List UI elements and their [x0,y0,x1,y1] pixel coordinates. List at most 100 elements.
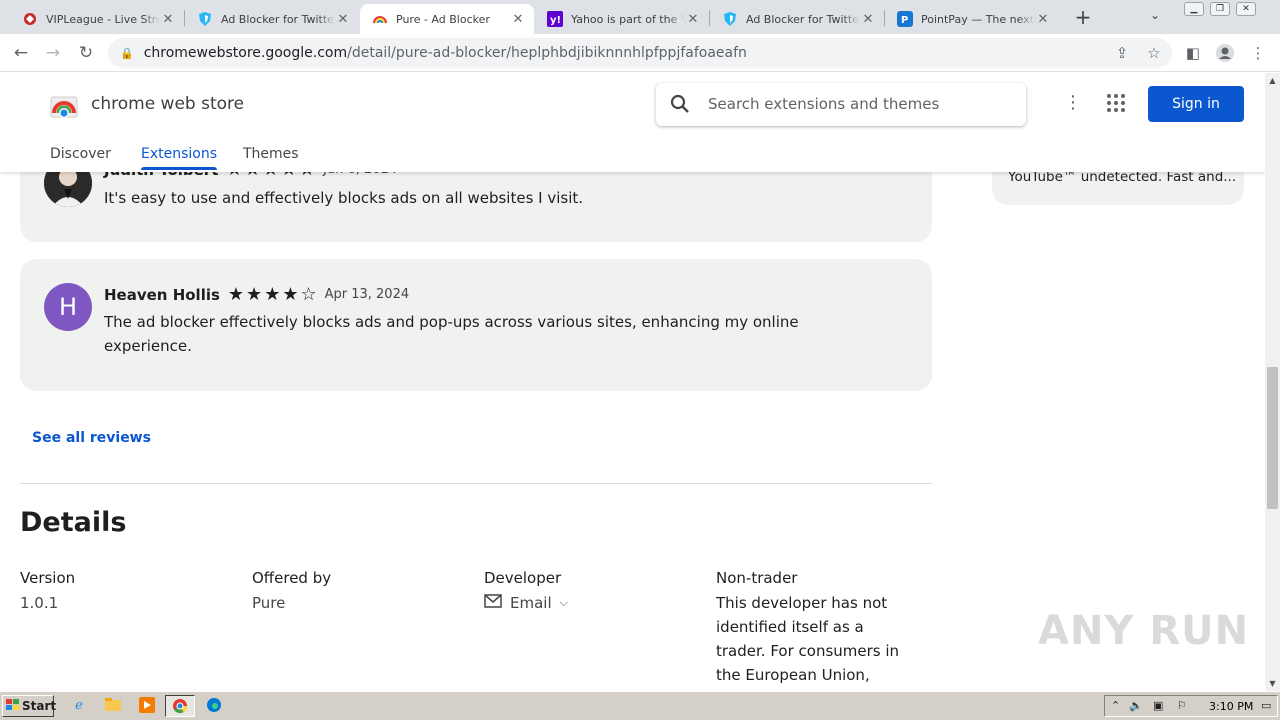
close-tab-icon[interactable]: ✕ [160,12,176,27]
scrollbar-thumb[interactable] [1267,367,1278,509]
lock-icon: 🔒 [120,46,134,60]
show-desktop-icon[interactable]: ▭ [1261,699,1271,712]
anyrun-watermark: ANY RUN [1038,608,1250,654]
start-label: Start [22,699,57,713]
close-tab-icon[interactable]: ✕ [860,12,876,27]
tab-ad-blocker-twitter[interactable]: Ad Blocker for Twitter/ ✕ [185,4,359,34]
tab-pure-ad-blocker[interactable]: Pure - Ad Blocker ✕ [360,4,534,34]
see-all-reviews-link[interactable]: See all reviews [32,430,151,446]
review-header: Heaven Hollis ★★★★☆ Apr 13, 2024 [104,284,409,305]
developer-email-dropdown[interactable]: Email ⌵ [484,591,684,615]
scroll-down-arrow-icon[interactable]: ▼ [1265,676,1280,691]
reload-icon[interactable]: ↻ [75,42,97,64]
system-tray: ⌃ 🔈 ▣ ⚐ 3:10 PM ▭ [1104,695,1278,717]
nav-tab-themes[interactable]: Themes [243,146,299,162]
chrome-web-store-logo-icon[interactable] [50,91,78,119]
reviewer-avatar: H [44,283,92,331]
scroll-up-arrow-icon[interactable]: ▲ [1265,73,1280,88]
review-card: H Heaven Hollis ★★★★☆ Apr 13, 2024 The a… [20,259,932,391]
yahoo-favicon-icon: y! [547,11,563,27]
tray-expand-icon[interactable]: ⌃ [1111,699,1120,712]
shield-favicon-icon [197,11,213,27]
taskbar-clock[interactable]: 3:10 PM [1209,700,1253,713]
share-icon[interactable]: ⇪ [1112,43,1132,63]
tab-search-chevron-icon[interactable]: ⌄ [1150,8,1160,22]
details-offered-by: Offered by Pure [252,569,452,615]
review-text: It's easy to use and effectively blocks … [104,189,584,207]
shield-favicon-icon [722,11,738,27]
bookmark-star-icon[interactable]: ☆ [1144,43,1164,63]
close-tab-icon[interactable]: ✕ [1035,12,1051,27]
details-heading: Details [20,507,127,538]
browser-menu-kebab-icon[interactable]: ⋮ [1248,43,1268,63]
close-window-icon[interactable]: ✕ [1236,2,1256,16]
back-arrow-icon[interactable]: ← [10,42,32,64]
chevron-down-icon: ⌵ [559,596,568,609]
side-panel-icon[interactable]: ◧ [1183,43,1203,63]
nav-tab-extensions[interactable]: Extensions [141,146,218,170]
profile-avatar-icon[interactable] [1215,43,1235,63]
offered-by-value: Pure [252,594,286,612]
search-placeholder: Search extensions and themes [708,95,940,113]
web-store-header: chrome web store Search extensions and t… [0,73,1265,172]
more-options-kebab-icon[interactable]: ⋮ [1064,92,1082,113]
windows-taskbar: Start ℯ ⌃ 🔈 ▣ ⚐ 3:10 PM ▭ [0,691,1280,720]
internet-explorer-icon[interactable]: ℯ [70,697,88,715]
details-developer: Developer Email ⌵ [484,569,684,615]
edge-browser-icon[interactable] [205,697,223,715]
restore-window-icon[interactable]: ❐ [1210,2,1230,16]
email-label: Email [510,594,552,612]
version-label: Version [20,569,76,587]
tab-title: VIPLeague - Live Strea [46,12,160,26]
store-search-input[interactable]: Search extensions and themes [656,83,1026,126]
close-tab-icon[interactable]: ✕ [685,12,701,27]
apps-grid-icon[interactable] [1106,93,1126,117]
reviewer-name: Heaven Hollis [104,285,220,304]
page-scrollbar[interactable]: ▲ ▼ [1265,73,1280,691]
star-rating-icon: ★★★★☆ [227,284,319,305]
forward-arrow-icon[interactable]: → [42,42,64,64]
close-tab-icon[interactable]: ✕ [335,12,351,27]
tab-vipleague[interactable]: VIPLeague - Live Strea ✕ [10,4,184,34]
review-text: The ad blocker effectively blocks ads an… [104,313,799,355]
details-version: Version 1.0.1 [20,569,220,615]
section-divider [20,483,932,484]
tab-ad-blocker-twitter-2[interactable]: Ad Blocker for Twitter/ ✕ [710,4,884,34]
tab-title: Yahoo is part of the Ya [571,12,685,26]
new-tab-plus-icon[interactable]: + [1072,6,1094,28]
tab-strip: VIPLeague - Live Strea ✕ Ad Blocker for … [0,0,1280,34]
close-tab-icon[interactable]: ✕ [510,12,526,27]
non-trader-label: Non-trader [716,569,798,587]
start-button[interactable]: Start [2,695,57,717]
vipleague-favicon-icon [22,11,38,27]
tab-title: Ad Blocker for Twitter/ [221,12,335,26]
tab-yahoo[interactable]: y! Yahoo is part of the Ya ✕ [535,4,709,34]
mail-icon [484,591,502,615]
url-path: /detail/pure-ad-blocker/heplphbdjibiknnn… [347,45,747,61]
offered-by-label: Offered by [252,569,332,587]
tab-title: Pure - Ad Blocker [396,12,490,26]
media-player-icon[interactable] [138,697,156,715]
volume-icon[interactable]: 🔈 [1129,699,1143,712]
svg-text:y!: y! [550,15,561,26]
chrome-taskbar-button-icon[interactable] [165,695,195,717]
developer-label: Developer [484,569,562,587]
svg-text:P: P [901,15,908,26]
action-center-flag-icon[interactable]: ⚐ [1177,699,1187,712]
minimize-window-icon[interactable]: ▁ [1184,2,1204,16]
network-icon[interactable]: ▣ [1153,699,1163,712]
browser-toolbar: ← → ↻ 🔒 chromewebstore.google.com/detail… [0,34,1280,72]
file-explorer-folder-icon[interactable] [104,697,122,715]
non-trader-text: This developer has not identified itself… [716,594,900,684]
store-name[interactable]: chrome web store [91,94,244,114]
pointpay-favicon-icon: P [897,11,913,27]
details-non-trader: Non-trader This developer has not identi… [716,569,906,687]
version-value: 1.0.1 [20,594,59,612]
sign-in-button[interactable]: Sign in [1148,86,1244,122]
address-bar[interactable]: 🔒 chromewebstore.google.com/detail/pure-… [108,38,1172,68]
tab-pointpay[interactable]: P PointPay — The next g ✕ [885,4,1059,34]
url-domain: chromewebstore.google.com [143,45,348,61]
nav-tab-discover[interactable]: Discover [50,146,111,162]
windows-logo-icon [6,698,20,714]
search-icon [670,94,690,118]
